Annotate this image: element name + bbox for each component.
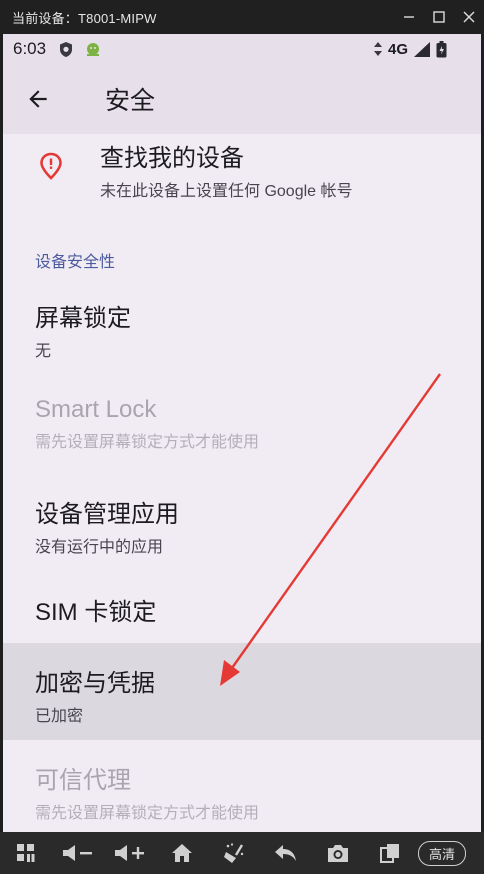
screenshot-icon <box>328 845 348 862</box>
device-admin-summary: 没有运行中的应用 <box>35 539 164 556</box>
window-title: 当前设备：T8001-MIPW <box>12 10 157 26</box>
find-my-device-title: 查找我的设备 <box>100 145 244 172</box>
minimize-icon <box>404 16 414 18</box>
window-controls <box>394 0 484 34</box>
app-bar: 安全 <box>3 64 481 134</box>
section-header-device-security: 设备安全性 <box>3 244 481 274</box>
clean-button[interactable] <box>208 832 260 874</box>
window-titlebar: 当前设备：T8001-MIPW <box>0 0 484 34</box>
page-title: 安全 <box>105 87 156 115</box>
smart-lock-summary: 需先设置屏幕锁定方式才能使用 <box>35 434 260 451</box>
apps-icon <box>17 844 35 862</box>
volume-up-button[interactable] <box>104 832 156 874</box>
list-item-encryption-credentials[interactable]: 加密与凭据 已加密 <box>3 643 481 740</box>
signal-icon <box>414 41 430 57</box>
back-nav-button[interactable] <box>260 832 312 874</box>
trust-agents-summary: 需先设置屏幕锁定方式才能使用 <box>35 805 260 822</box>
volume-down-button[interactable] <box>52 832 104 874</box>
rotate-icon <box>380 844 399 863</box>
encryption-summary: 已加密 <box>35 708 84 725</box>
trust-agents-title: 可信代理 <box>35 767 131 794</box>
close-button[interactable] <box>454 0 484 34</box>
back-icon <box>275 845 296 861</box>
maximize-icon <box>433 11 445 23</box>
sim-lock-title: SIM 卡锁定 <box>35 599 157 626</box>
location-alert-icon <box>40 152 62 180</box>
list-item-smart-lock: Smart Lock 需先设置屏幕锁定方式才能使用 <box>3 382 481 478</box>
android-icon <box>87 43 100 56</box>
list-item-device-admin-apps[interactable]: 设备管理应用 没有运行中的应用 <box>3 480 481 576</box>
status-bar: 6:03 4G <box>3 34 481 64</box>
emulator-control-bar: 高清 <box>0 832 484 874</box>
data-arrows-icon <box>373 42 382 56</box>
smart-lock-title: Smart Lock <box>35 396 157 423</box>
home-icon <box>172 844 192 862</box>
apps-button[interactable] <box>0 832 52 874</box>
find-my-device-summary: 未在此设备上设置任何 Google 帐号 <box>100 183 353 200</box>
volume-down-icon <box>63 845 92 861</box>
minimize-button[interactable] <box>394 0 424 34</box>
screenshot-button[interactable] <box>312 832 364 874</box>
back-button[interactable] <box>15 76 61 122</box>
network-type: 4G <box>387 40 408 58</box>
list-item-find-my-device[interactable]: 查找我的设备 未在此设备上设置任何 Google 帐号 <box>3 134 481 232</box>
arrow-left-icon <box>29 90 47 108</box>
shield-icon <box>60 41 73 57</box>
home-button[interactable] <box>156 832 208 874</box>
rotate-button[interactable] <box>364 832 416 874</box>
battery-icon <box>436 40 447 57</box>
status-right: 4G <box>373 34 447 64</box>
maximize-button[interactable] <box>424 0 454 34</box>
volume-up-icon <box>115 845 144 861</box>
list-item-screen-lock[interactable]: 屏幕锁定 无 <box>3 284 481 380</box>
clean-icon <box>224 843 244 863</box>
list-item-trust-agents: 可信代理 需先设置屏幕锁定方式才能使用 <box>3 740 481 832</box>
phone-screen: 6:03 4G 安全 查找我的设备 未在此设备上设置任何 Google 帐号 设… <box>3 34 481 832</box>
screen-lock-summary: 无 <box>35 343 52 360</box>
status-time: 6:03 <box>13 39 47 58</box>
encryption-title: 加密与凭据 <box>35 670 155 697</box>
device-admin-title: 设备管理应用 <box>35 501 179 528</box>
list-item-sim-lock[interactable]: SIM 卡锁定 <box>3 578 481 642</box>
close-icon <box>463 11 475 23</box>
quality-button[interactable]: 高清 <box>416 832 468 874</box>
section-header-label: 设备安全性 <box>35 254 116 271</box>
quality-label: 高清 <box>417 840 466 866</box>
screen-lock-title: 屏幕锁定 <box>35 305 131 332</box>
